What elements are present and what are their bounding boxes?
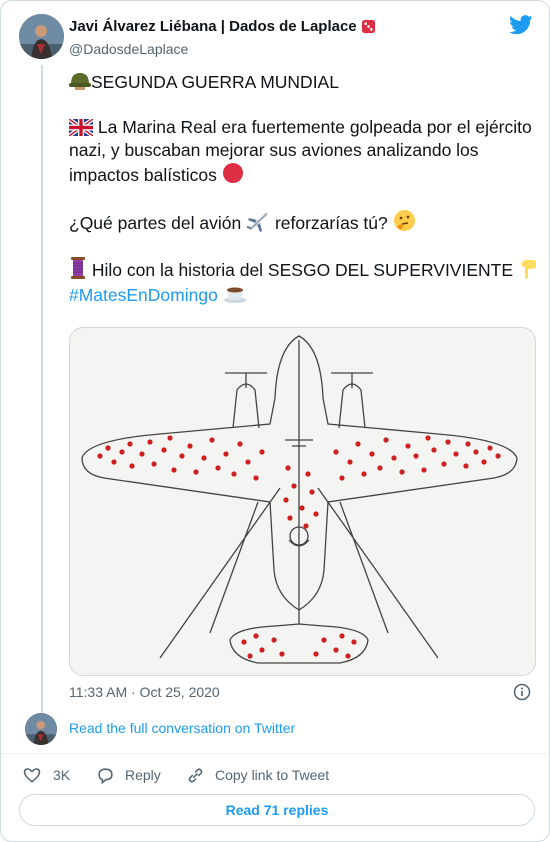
author-avatar[interactable] bbox=[19, 14, 64, 59]
question-text-end: reforzarías tú? bbox=[274, 213, 388, 233]
twitter-bird-icon[interactable] bbox=[509, 15, 533, 35]
reply-button[interactable]: Reply bbox=[96, 763, 161, 787]
thread-intro: Hilo con la historia del SESGO DEL SUPER… bbox=[91, 260, 514, 280]
copy-link-label: Copy link to Tweet bbox=[215, 767, 330, 783]
like-button[interactable]: 3K bbox=[23, 763, 70, 787]
copy-link-button[interactable]: Copy link to Tweet bbox=[186, 763, 329, 787]
action-bar: 3K Reply Copy link to Tweet bbox=[1, 763, 549, 787]
like-count: 3K bbox=[53, 767, 71, 783]
reply-label: Reply bbox=[125, 767, 161, 783]
divider bbox=[1, 753, 549, 754]
link-icon bbox=[188, 767, 203, 783]
thinking-emoji bbox=[393, 210, 415, 231]
tweet-text: SEGUNDA GUERRA MUNDIAL La Marina Real er… bbox=[69, 71, 539, 307]
author-name[interactable]: Javi Álvarez Liébana | Dados de Laplace bbox=[69, 18, 376, 35]
pointing-down-emoji bbox=[521, 260, 536, 279]
question-text: ¿Qué partes del avión bbox=[69, 213, 242, 233]
airplane-emoji bbox=[247, 212, 268, 232]
embedded-tweet-card: Javi Álvarez Liébana | Dados de Laplace … bbox=[0, 0, 550, 842]
info-icon[interactable] bbox=[513, 683, 531, 701]
heart-icon bbox=[23, 768, 41, 783]
headline: SEGUNDA GUERRA MUNDIAL bbox=[91, 72, 339, 92]
red-circle-emoji bbox=[222, 163, 243, 183]
paragraph-marina: La Marina Real era fuertemente golpeada … bbox=[69, 117, 532, 185]
hashtag-link[interactable]: #MatesEnDomingo bbox=[69, 285, 218, 305]
helmet-emoji bbox=[69, 73, 91, 90]
tweet-image[interactable] bbox=[69, 327, 536, 676]
uk-flag-emoji bbox=[69, 119, 93, 136]
author-handle[interactable]: @DadosdeLaplace bbox=[69, 41, 188, 57]
read-conversation-link[interactable]: Read the full conversation on Twitter bbox=[69, 720, 295, 736]
survivorship-plane-diagram bbox=[81, 335, 518, 664]
conversation-avatar[interactable] bbox=[25, 713, 57, 745]
read-replies-button[interactable]: Read 71 replies bbox=[19, 794, 535, 826]
tweet-timestamp[interactable]: 11:33 AM · Oct 25, 2020 bbox=[69, 684, 220, 700]
thread-line bbox=[41, 65, 43, 713]
thread-emoji bbox=[71, 257, 85, 279]
die-emoji bbox=[361, 19, 375, 34]
coffee-emoji bbox=[223, 287, 246, 303]
reply-icon bbox=[98, 767, 113, 784]
